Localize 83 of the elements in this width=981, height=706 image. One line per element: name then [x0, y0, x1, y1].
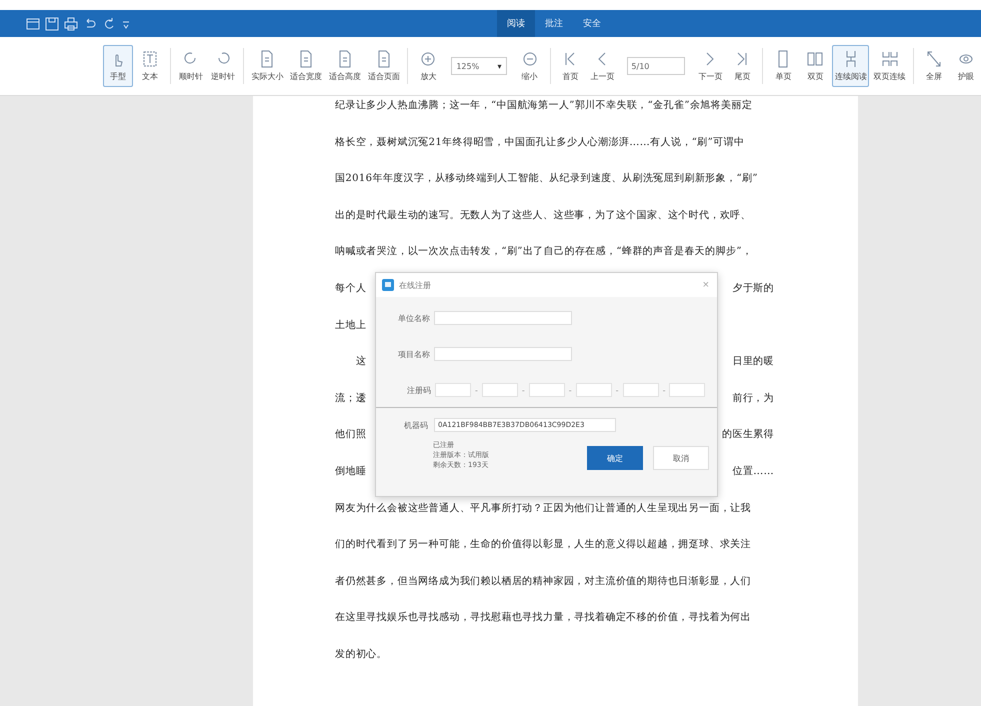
document-text: 土地上	[335, 318, 366, 332]
document-text: 夕于斯的	[732, 282, 774, 295]
redo-icon[interactable]	[102, 16, 116, 30]
field-label: 机器码	[403, 420, 428, 430]
toolbar-button[interactable]: 实际大小	[248, 45, 286, 87]
registration-code-field[interactable]	[435, 383, 471, 397]
toolbar-button[interactable]: 适合页面	[366, 45, 402, 87]
document-text: 出的是时代最生动的速写。无数人为了这些人、这些事，为了这个国家、这个时代，欢呼、	[335, 208, 751, 222]
separator-text: -	[522, 386, 525, 394]
registration-code-field[interactable]	[622, 383, 659, 397]
dialog-title: 在线注册	[399, 280, 431, 290]
zoom-value: 125%	[456, 62, 480, 70]
document-text: 位置……	[732, 464, 774, 478]
two-page-icon	[807, 50, 824, 68]
page-icon	[259, 50, 276, 68]
toolbar-button[interactable]: 护眼	[951, 45, 981, 87]
toolbar-button[interactable]: 双页连续	[871, 45, 908, 87]
zoom-out-icon	[522, 50, 538, 68]
text-select-icon	[142, 50, 158, 68]
toolbar-button[interactable]: 全屏	[919, 45, 950, 87]
document-text: 日里的暖	[732, 354, 774, 368]
save-icon[interactable]	[45, 16, 59, 30]
document-text: 倒地睡	[335, 464, 366, 478]
field-label: 单位名称	[398, 312, 428, 324]
unit-name-field[interactable]	[434, 311, 572, 325]
field-label: 注册码	[406, 384, 431, 396]
registration-code-field[interactable]	[528, 383, 565, 397]
confirm-button[interactable]: 确定	[587, 446, 643, 470]
toolbar-button[interactable]: 手型	[103, 45, 133, 87]
two-page-continuous-icon	[882, 50, 898, 68]
field-label: 项目名称	[398, 348, 428, 360]
project-name-field[interactable]	[434, 347, 572, 361]
page-number-field[interactable]: 5/10	[627, 57, 686, 75]
toolbar-button[interactable]: 连续阅读	[832, 45, 870, 87]
zoom-dropdown[interactable]: 125% ▾	[451, 57, 506, 75]
document-text: 者仍然甚多，但当网络成为我们赖以栖居的精神家园，对主流价值的期待也日渐彰显，人们	[335, 574, 751, 588]
toolbar-button[interactable]: 适合宽度	[288, 45, 325, 87]
separator-text: -	[475, 386, 478, 394]
ribbon-tab[interactable]: 安全	[573, 10, 611, 37]
document-text: 前行，为	[732, 392, 774, 405]
document-text: 他们照	[335, 428, 366, 442]
toolbar-button[interactable]: 双页	[800, 45, 830, 87]
document-text: 们的时代看到了另一种可能，生命的价值得以彰显，人生的意义得以超越，拥趸球、求关注	[335, 538, 751, 552]
ribbon-tab[interactable]: 阅读	[497, 10, 535, 37]
document-text: 纪录让多少人热血沸腾；这一年，“中国航海第一人”郭川不幸失联，“金孔雀”余旭将美丽定	[335, 98, 752, 112]
registration-code-field[interactable]	[482, 383, 518, 397]
zoom-in-icon	[420, 50, 436, 68]
toolbar-button[interactable]: 下一页	[695, 45, 726, 87]
toolbar-button[interactable]: 逆时针	[208, 45, 238, 87]
toolbar-button[interactable]: 顺时针	[176, 45, 206, 87]
toolbar-button[interactable]: 首页	[555, 45, 586, 87]
separator-text: -	[616, 386, 619, 394]
ribbon-tab[interactable]: 批注	[535, 10, 573, 37]
toolbar-button[interactable]: 适合高度	[326, 45, 364, 87]
app-icon	[382, 279, 394, 291]
fullscreen-icon	[926, 50, 942, 68]
toolbar-button[interactable]: 上一页	[587, 45, 618, 87]
page-icon	[298, 50, 314, 68]
page-icon	[376, 50, 392, 68]
cancel-button[interactable]: 取消	[653, 446, 709, 470]
document-text: 每个人	[335, 282, 366, 295]
toolbar-button[interactable]: 文本	[135, 45, 165, 87]
toolbar-button[interactable]: 单页	[768, 45, 798, 87]
separator-text: -	[568, 386, 572, 394]
registration-code-field[interactable]	[576, 383, 612, 397]
document-text: 流；逶	[335, 392, 366, 405]
registration-code-field[interactable]	[669, 383, 706, 397]
document-text: 国2016年年度汉字，从移动终端到人工智能、从纪录到速度、从刷洗冤屈到刷新形象，“刷”	[335, 172, 758, 186]
document-text: 网友为什么会被这些普通人、平凡事所打动？正因为他们让普通的人生呈现出另一面，让我	[335, 502, 751, 515]
document-text: 在这里寻找娱乐也寻找感动，寻找慰藉也寻找力量，寻找着确定不移的价值，寻找着为何出	[335, 610, 751, 624]
print-icon[interactable]	[64, 16, 78, 30]
document-text: 格长空，聂树斌沉冤21年终得昭雪，中国面孔让多少人心潮澎湃……有人说，“刷”可谓中	[335, 136, 744, 149]
open-icon[interactable]	[26, 16, 40, 30]
toolbar-button[interactable]: 放大	[413, 45, 444, 87]
document-text: 发的初心。	[335, 648, 387, 661]
toolbar-button[interactable]: 尾页	[727, 45, 758, 87]
document-text: 的医生累得	[722, 428, 774, 442]
caret-icon: ▾	[497, 62, 502, 70]
separator-text: -	[662, 386, 666, 394]
page-icon	[337, 50, 354, 68]
document-text: 这	[354, 354, 366, 368]
toolbar-button[interactable]: 缩小	[514, 45, 544, 87]
document-text: 呐喊或者哭泣，以一次次点击转发，“刷”出了自己的存在感，“蜂群的声音是春天的脚步”，	[335, 244, 752, 258]
